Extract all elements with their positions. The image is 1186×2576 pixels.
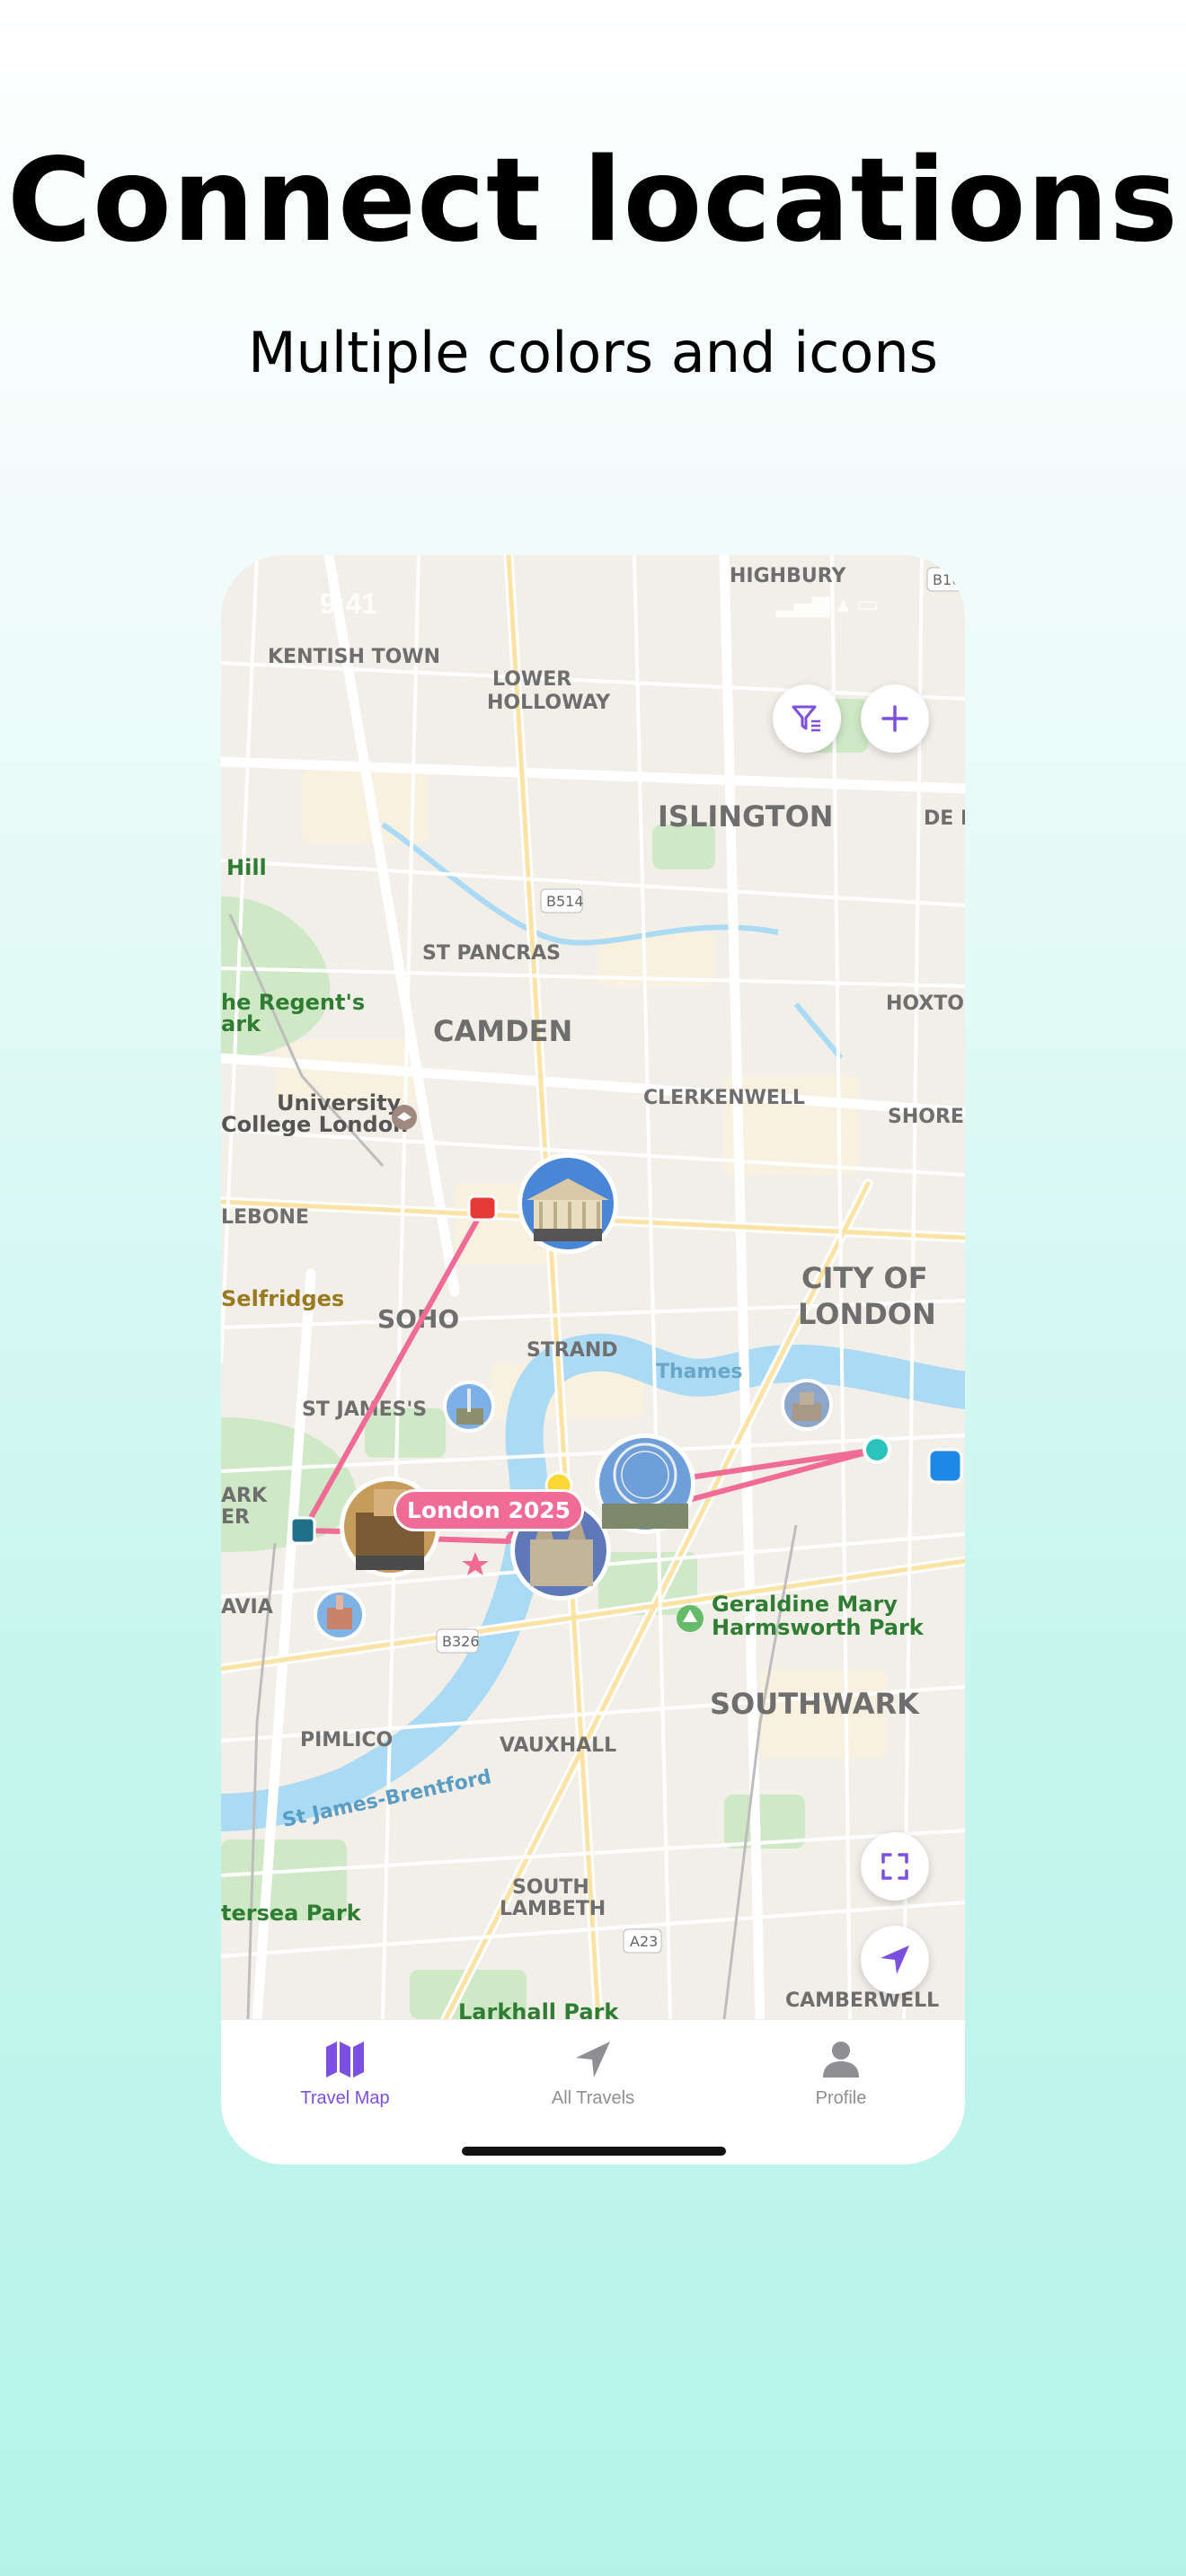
plus-icon: [881, 705, 908, 732]
map-label-highbury: HIGHBURY: [730, 565, 846, 587]
person-icon: [823, 2042, 859, 2078]
route-marker-teal-dot: [863, 1435, 891, 1464]
page-headline: Connect locations: [7, 134, 1179, 268]
tab-travel-map[interactable]: Travel Map: [255, 2040, 435, 2109]
tab-profile-label: Profile: [815, 2088, 867, 2108]
map-label-lower-holloway-1: LOWER: [492, 668, 571, 691]
add-location-button[interactable]: [861, 684, 929, 753]
fullscreen-icon: [881, 1853, 908, 1880]
map-label-battersea: tersea Park: [221, 1901, 362, 1926]
home-indicator[interactable]: [462, 2147, 726, 2156]
map-label-st-pancras: ST PANCRAS: [422, 942, 561, 965]
map-label-hill: Hill: [226, 855, 267, 880]
train-station-icon: [927, 1448, 963, 1484]
photo-pin-church[interactable]: [314, 1589, 366, 1641]
photo-pin-london-eye[interactable]: [595, 1434, 695, 1534]
map-view[interactable]: HIGHBURY KENTISH TOWN LOWER HOLLOWAY ISL…: [221, 555, 965, 2019]
map-label-park-2: ER: [221, 1506, 250, 1529]
map-label-pimlico: PIMLICO: [300, 1729, 393, 1751]
locate-me-button[interactable]: [861, 1926, 929, 1994]
navigation-arrow-icon: [881, 1945, 909, 1974]
page-subheadline: Multiple colors and icons: [248, 320, 938, 385]
map-label-shored: SHORED: [888, 1106, 965, 1128]
route-marker-building-icon: [467, 1195, 498, 1222]
map-label-kentish-town: KENTISH TOWN: [268, 646, 440, 668]
map-icon: [326, 2042, 364, 2078]
status-time: 9:41: [320, 587, 378, 620]
map-label-camberwell: CAMBERWELL: [785, 1989, 939, 2012]
road-shield-b10: B10: [933, 571, 960, 588]
map-label-camden: CAMDEN: [433, 1014, 572, 1048]
map-label-geraldine-1: Geraldine Mary: [712, 1592, 898, 1617]
road-shield-a23: A23: [630, 1933, 658, 1950]
photo-pin-trafalgar[interactable]: [443, 1381, 495, 1433]
map-label-geraldine-2: Harmsworth Park: [712, 1615, 925, 1640]
navigation-arrow-icon: [576, 2042, 610, 2078]
map-label-university-2: College London: [221, 1112, 408, 1137]
map-label-city-1: CITY OF: [801, 1261, 928, 1295]
road-shield-b326: B326: [442, 1633, 480, 1650]
map-label-clerkenwell: CLERKENWELL: [643, 1087, 805, 1109]
map-label-islington: ISLINGTON: [658, 799, 834, 834]
map-label-park-1: ARK: [221, 1485, 268, 1507]
fullscreen-button[interactable]: [861, 1832, 929, 1901]
map-label-larkhall: Larkhall Park: [458, 1999, 619, 2019]
map-label-avia: AVIA: [221, 1596, 273, 1619]
map-label-lebone: LEBONE: [221, 1206, 309, 1229]
road-shield-b514: B514: [546, 893, 584, 910]
map-label-southwark: SOUTHWARK: [710, 1687, 920, 1721]
map-label-thames: Thames: [656, 1361, 742, 1383]
map-label-south-lambeth-1: SOUTH: [512, 1876, 589, 1899]
phone-frame: HIGHBURY KENTISH TOWN LOWER HOLLOWAY ISL…: [221, 555, 965, 2165]
filter-button[interactable]: [773, 684, 841, 753]
tab-all-travels[interactable]: All Travels: [503, 2040, 683, 2109]
map-label-south-lambeth-2: LAMBETH: [500, 1898, 606, 1920]
map-label-regents-2: ark: [221, 1011, 261, 1037]
map-label-vauxhall: VAUXHALL: [500, 1734, 616, 1757]
map-label-selfridges: Selfridges: [221, 1286, 344, 1311]
map-label-lower-holloway-2: HOLLOWAY: [487, 692, 611, 714]
tab-profile[interactable]: Profile: [751, 2040, 931, 2109]
map-label-city-2: LONDON: [798, 1297, 936, 1331]
map-label-hoxton: HOXTON: [886, 992, 965, 1015]
tab-bar: Travel Map All Travels Profile: [221, 2019, 965, 2165]
trip-name-label[interactable]: London 2025: [394, 1489, 585, 1531]
status-icons: ▂▄▆ ▴ ▭: [775, 591, 879, 618]
tab-all-travels-label: All Travels: [551, 2088, 635, 2108]
route-marker-book-icon: [289, 1516, 316, 1545]
photo-pin-tower[interactable]: [781, 1379, 833, 1431]
map-label-strand: STRAND: [527, 1339, 618, 1362]
filter-icon: [792, 705, 820, 732]
tab-travel-map-label: Travel Map: [300, 2088, 390, 2108]
map-label-de-b: DE B: [924, 807, 965, 830]
photo-pin-british-museum[interactable]: [518, 1153, 618, 1254]
